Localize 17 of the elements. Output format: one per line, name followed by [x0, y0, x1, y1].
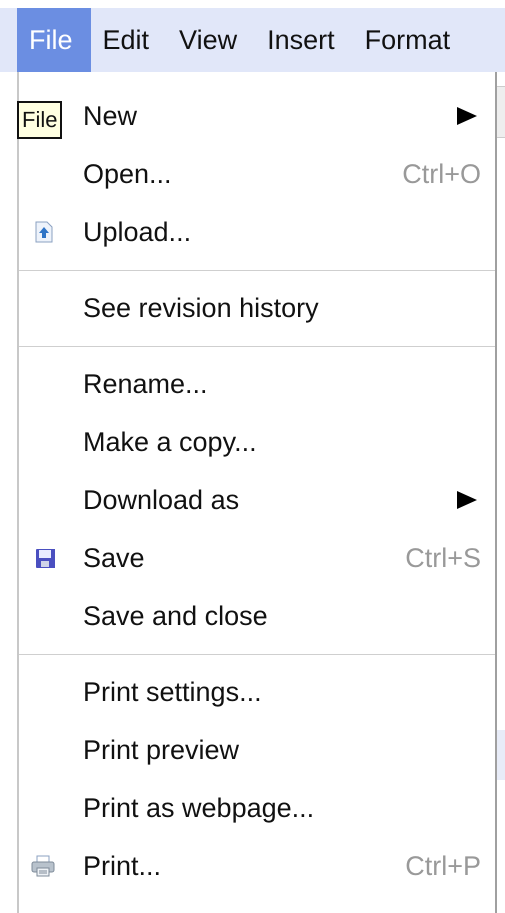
- menu-item-label: Print settings...: [83, 676, 262, 708]
- menu-item-label: Open...: [83, 158, 172, 190]
- shortcut-label: Ctrl+P: [405, 850, 481, 882]
- menu-item-label: Make a copy...: [83, 426, 257, 458]
- menu-item-label: Rename...: [83, 368, 208, 400]
- menu-item-label: Save: [83, 542, 145, 574]
- shortcut-label: Ctrl+S: [405, 542, 481, 574]
- menu-item-label: Print as webpage...: [83, 792, 314, 824]
- menu-item-label: Print...: [83, 850, 162, 882]
- tooltip: File: [17, 101, 62, 139]
- menu-item-label: Download as: [83, 484, 240, 516]
- menu-item-label: Save and close: [83, 600, 268, 632]
- menu-item-label: New: [83, 100, 138, 132]
- menu-item-label: Print preview: [83, 734, 240, 766]
- menu-item-label: Upload...: [83, 216, 192, 248]
- shortcut-label: Ctrl+O: [402, 158, 481, 190]
- menu-item-label: See revision history: [83, 292, 319, 324]
